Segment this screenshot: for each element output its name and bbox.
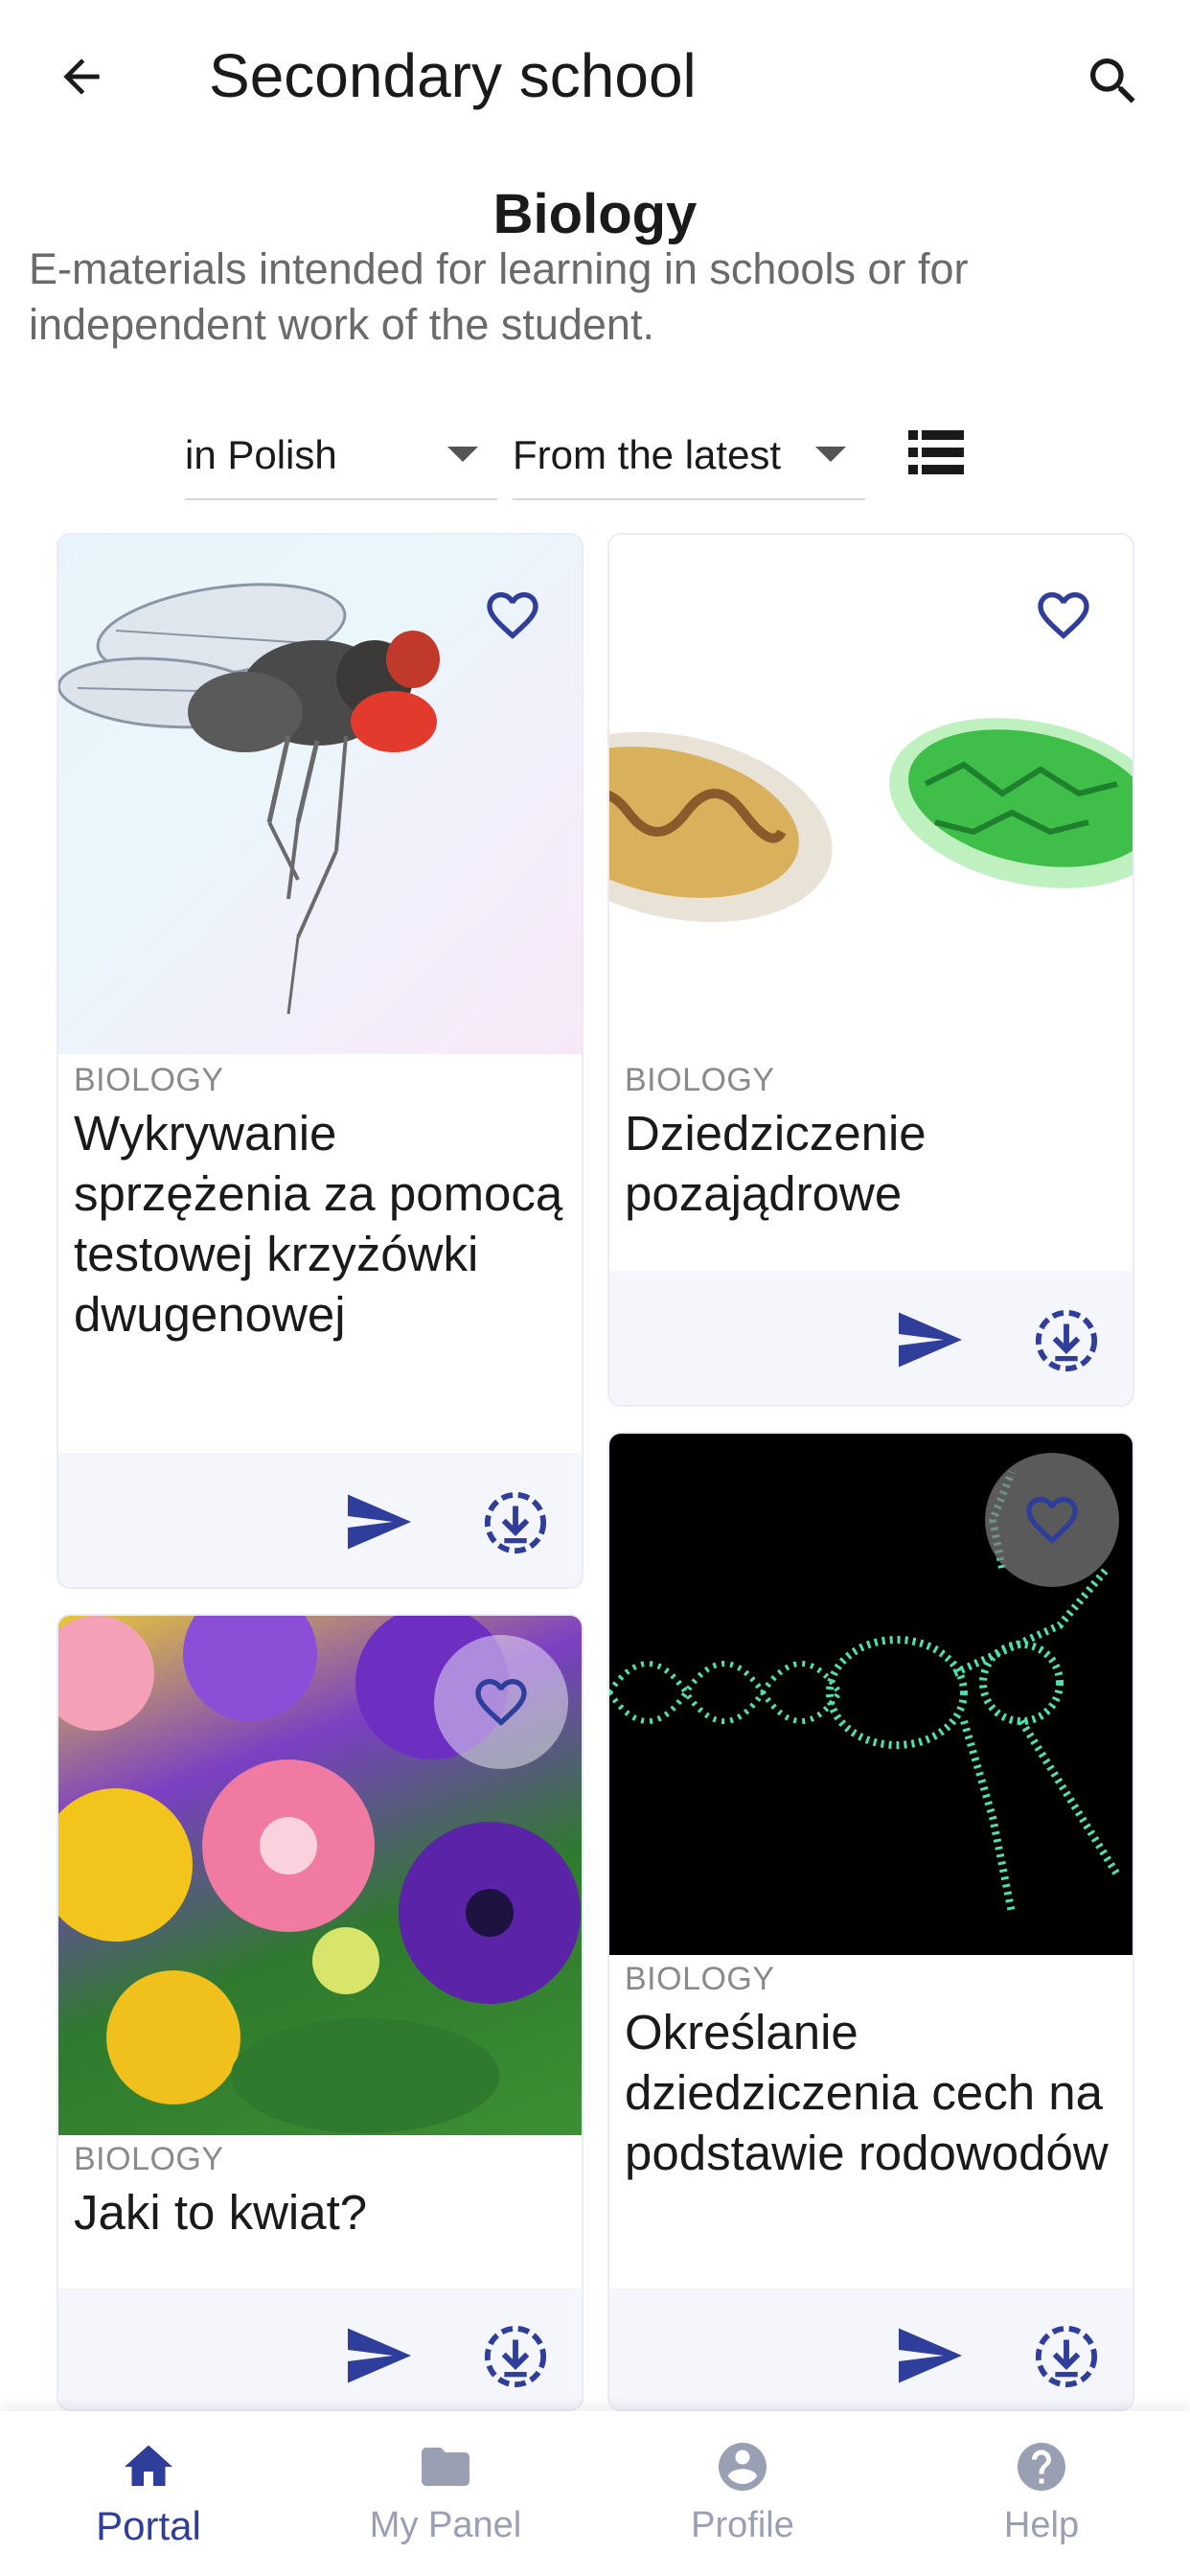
list-view-icon: [908, 430, 964, 474]
card-title: Dziedziczenie pozajądrowe: [625, 1106, 927, 1221]
material-card[interactable]: BIOLOGY Dziedziczenie pozajądrowe: [607, 533, 1134, 1407]
dropdown-arrow-icon: [447, 447, 478, 462]
favorite-button[interactable]: [478, 581, 547, 650]
card-title: Jaki to kwiat?: [74, 2185, 368, 2240]
heart-outline-icon: [487, 592, 538, 639]
nav-label: Portal: [96, 2503, 201, 2548]
download-icon: [1035, 2325, 1098, 2388]
card-title: Określanie dziedziczenia cech na podstaw…: [625, 2005, 1109, 2180]
download-icon: [1035, 1309, 1098, 1372]
language-select-value: in Polish: [185, 432, 337, 477]
nav-item-my-panel[interactable]: My Panel: [326, 2411, 565, 2576]
share-button[interactable]: [344, 1493, 415, 1551]
favorite-button[interactable]: [985, 1453, 1119, 1587]
card-title: Wykrywanie sprzężenia za pomocą testowej…: [74, 1106, 563, 1342]
download-button[interactable]: [482, 1489, 549, 1556]
nav-label: My Panel: [369, 2505, 522, 2545]
share-button[interactable]: [344, 2327, 415, 2384]
nav-label: Help: [1003, 2505, 1080, 2545]
download-icon: [484, 1491, 547, 1554]
sort-select[interactable]: From the latest: [513, 412, 865, 500]
send-icon: [348, 2328, 411, 2383]
material-card[interactable]: BIOLOGY Wykrywanie sprzężenia za pomocą …: [57, 533, 584, 1589]
card-actions: [609, 1271, 1133, 1405]
card-actions: [58, 2288, 582, 2409]
card-subject: BIOLOGY: [625, 1062, 775, 1098]
send-icon: [348, 1494, 411, 1550]
send-icon: [899, 2328, 962, 2383]
favorite-button[interactable]: [434, 1635, 568, 1769]
download-button[interactable]: [1033, 1307, 1100, 1374]
card-subject: BIOLOGY: [74, 2141, 224, 2177]
share-button[interactable]: [895, 1311, 966, 1368]
sort-select-value: From the latest: [513, 432, 782, 477]
nav-item-portal[interactable]: Portal: [29, 2411, 268, 2576]
section-description: E-materials intended for learning in sch…: [29, 244, 969, 349]
download-button[interactable]: [1033, 2323, 1100, 2390]
profile-icon: [719, 2443, 767, 2491]
app-bar: Secondary school: [0, 0, 1190, 163]
list-view-toggle[interactable]: [908, 428, 964, 476]
back-button[interactable]: [48, 43, 115, 110]
send-icon: [899, 1312, 962, 1368]
nav-item-profile[interactable]: Profile: [623, 2411, 862, 2576]
download-button[interactable]: [482, 2323, 549, 2390]
language-select[interactable]: in Polish: [185, 412, 497, 500]
card-subject: BIOLOGY: [74, 1062, 224, 1098]
favorite-button[interactable]: [1029, 581, 1098, 650]
search-button[interactable]: [1075, 43, 1152, 120]
nav-label: Profile: [691, 2505, 794, 2545]
heart-outline-icon: [1026, 1497, 1078, 1544]
card-actions: [609, 2288, 1133, 2409]
share-button[interactable]: [895, 2327, 966, 2384]
section-title: Biology: [492, 183, 698, 245]
nav-item-help[interactable]: Help: [922, 2411, 1161, 2576]
heart-outline-icon: [475, 1679, 527, 1726]
page-title: Secondary school: [209, 41, 697, 110]
folder-icon: [422, 2448, 469, 2486]
card-actions: [58, 1453, 582, 1587]
card-subject: BIOLOGY: [625, 1961, 775, 1997]
download-icon: [484, 2325, 547, 2388]
bottom-navigation: Portal My Panel Profile Help: [0, 2411, 1190, 2576]
heart-outline-icon: [1038, 592, 1089, 639]
help-icon: [1018, 2443, 1065, 2491]
search-icon: [1090, 58, 1135, 104]
dropdown-arrow-icon: [815, 447, 846, 462]
arrow-left-icon: [63, 58, 100, 95]
material-card[interactable]: BIOLOGY Określanie dziedziczenia cech na…: [607, 1432, 1134, 2411]
home-icon: [125, 2445, 172, 2486]
material-card[interactable]: BIOLOGY Jaki to kwiat?: [57, 1614, 584, 2411]
